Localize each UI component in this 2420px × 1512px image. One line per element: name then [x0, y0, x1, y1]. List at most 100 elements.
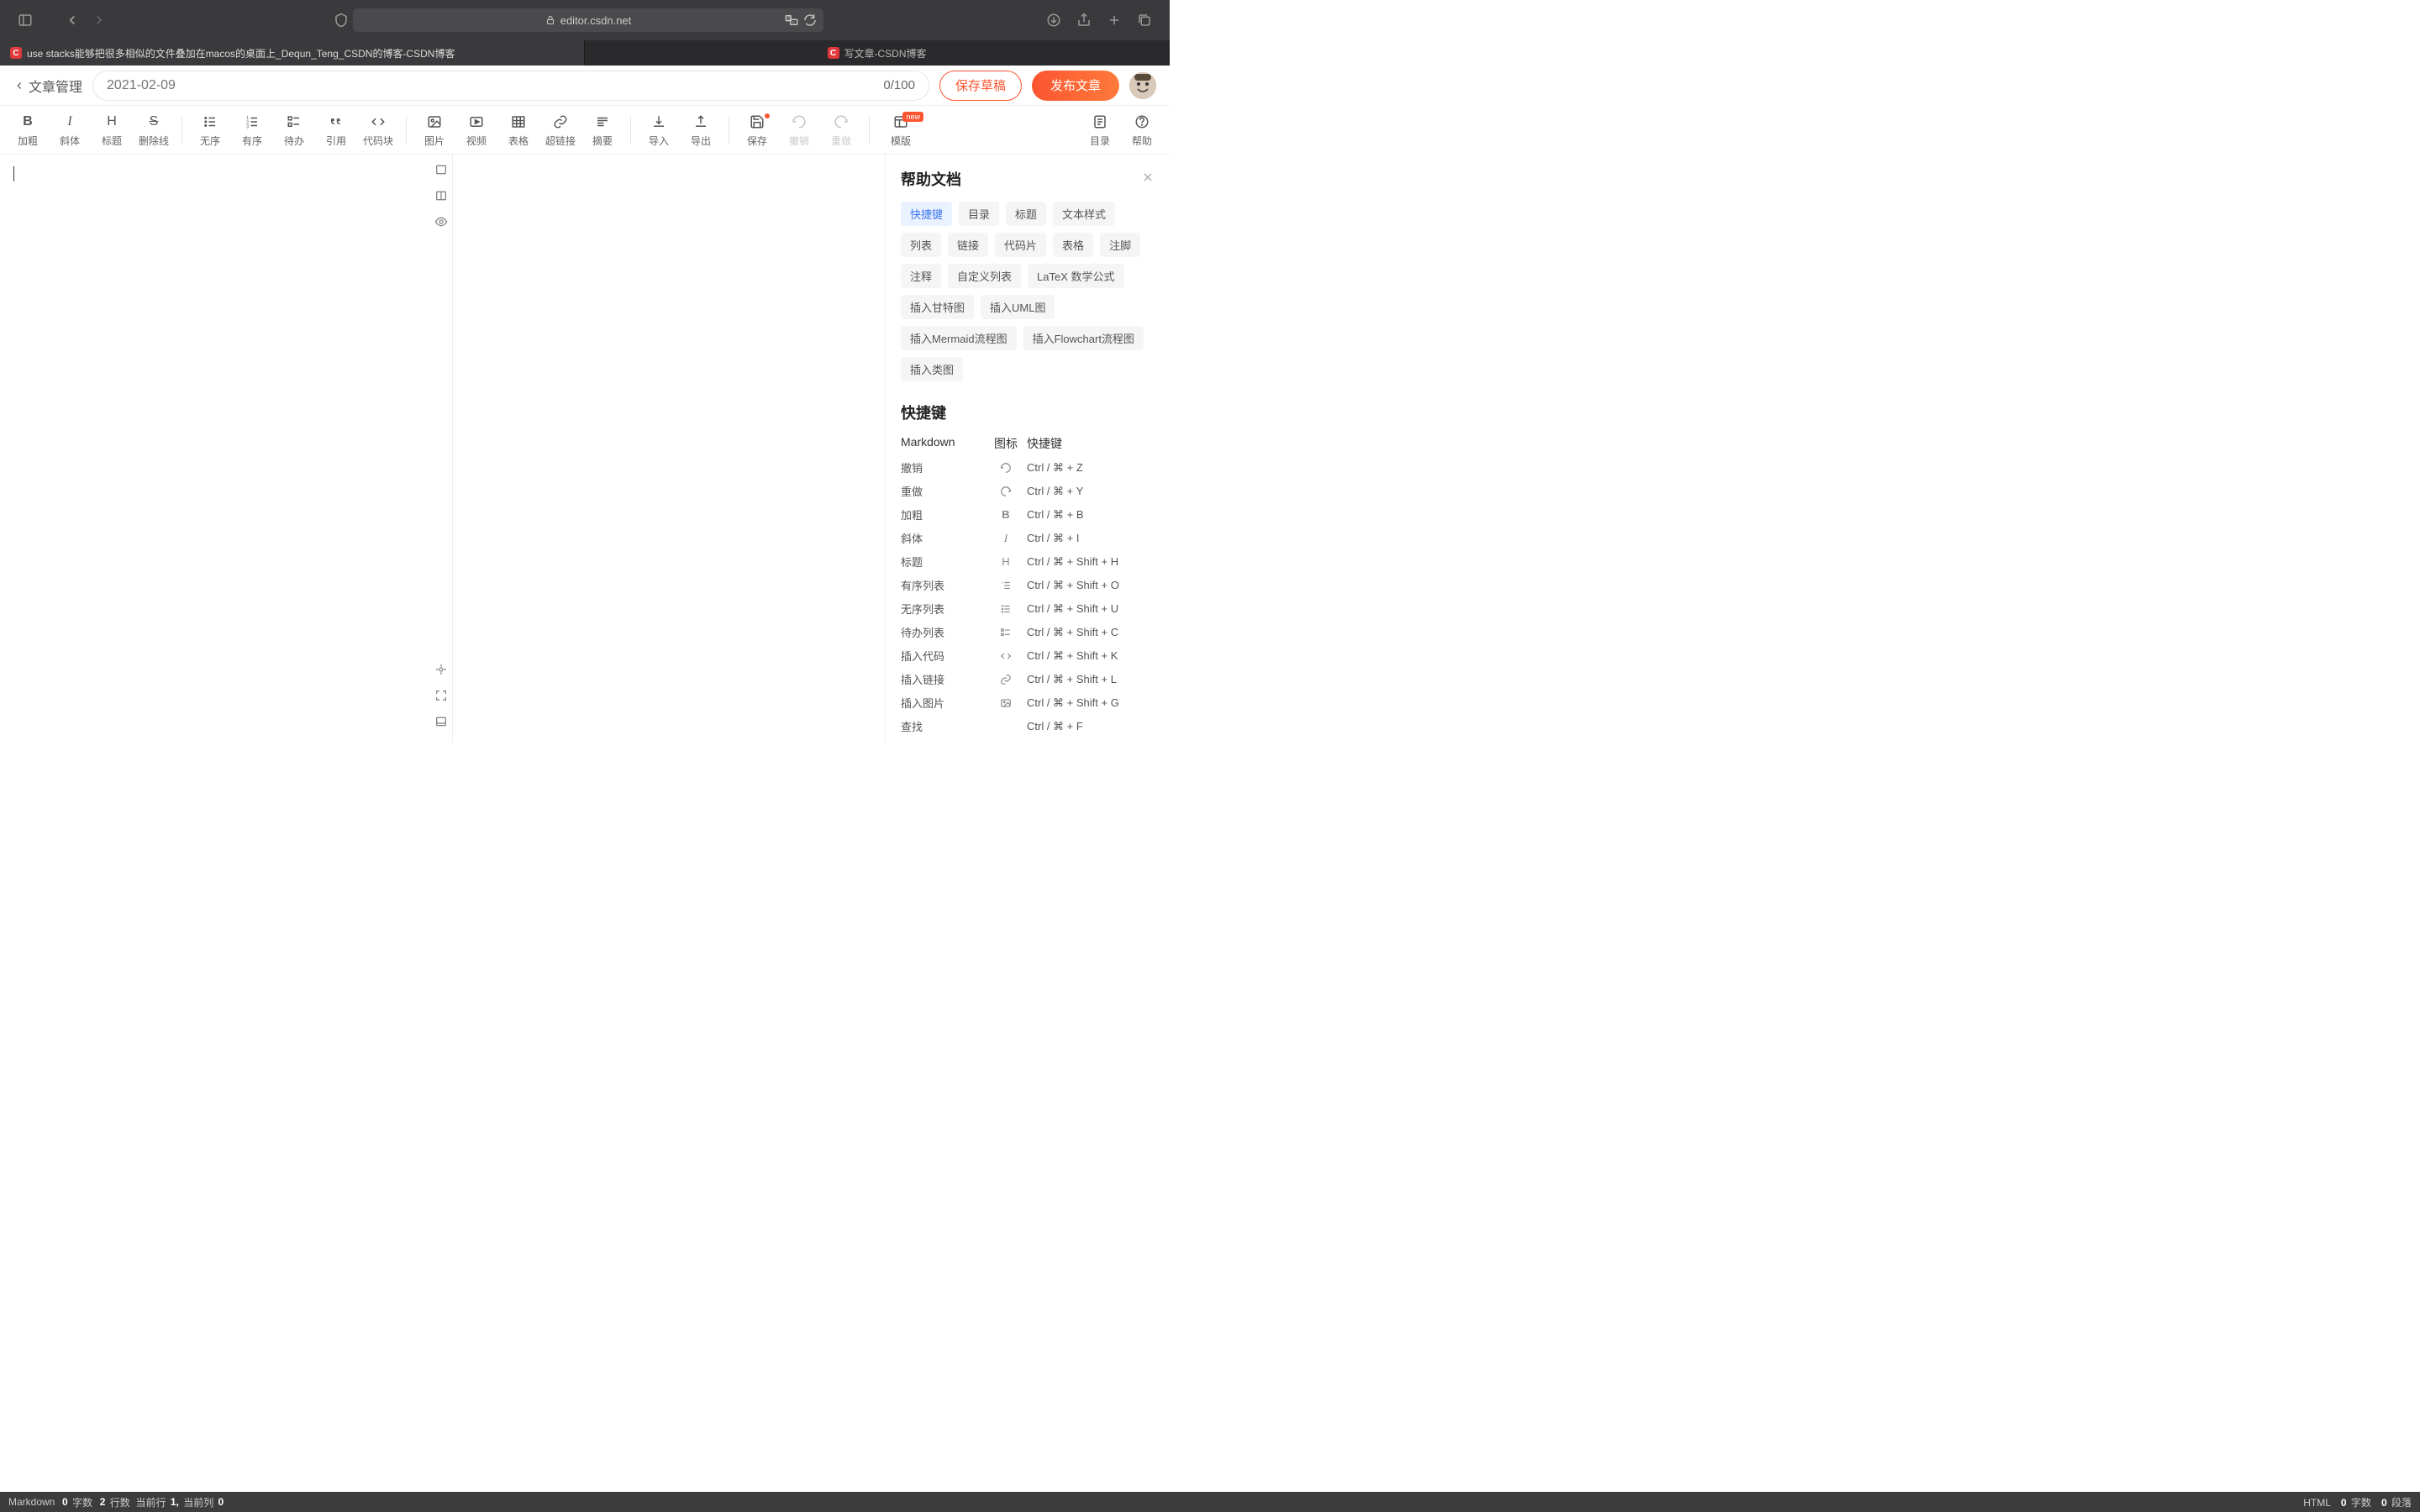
split-pane-icon[interactable]	[434, 189, 448, 207]
tabs-overview-icon[interactable]	[1133, 8, 1156, 32]
help-button[interactable]: 帮助	[1121, 110, 1163, 150]
ul-button[interactable]: 无序	[189, 110, 231, 150]
shortcut-keys: Ctrl / ⌘ + F	[1027, 720, 1155, 733]
undo-button: 撤销	[778, 110, 820, 150]
save-draft-button[interactable]: 保存草稿	[939, 71, 1022, 101]
table-button[interactable]: 表格	[497, 110, 539, 150]
bold-button[interactable]: B加粗	[7, 110, 49, 150]
status-curcol: 0	[218, 1496, 224, 1508]
address-bar[interactable]: editor.csdn.net 文A	[353, 8, 823, 32]
shortcut-name: 待办列表	[901, 624, 985, 640]
help-pill[interactable]: LaTeX 数学公式	[1028, 264, 1123, 288]
help-pill[interactable]: 插入类图	[901, 357, 963, 381]
link-button[interactable]: 超链接	[539, 110, 581, 150]
export-button[interactable]: 导出	[680, 110, 722, 150]
help-pill[interactable]: 注释	[901, 264, 941, 288]
tab-title: 写文章-CSDN博客	[844, 46, 927, 60]
status-curline: 1,	[171, 1496, 179, 1508]
help-title: 帮助文档	[901, 168, 961, 190]
help-panel: 帮助文档 快捷键目录标题文本样式列表链接代码片表格注脚注释自定义列表LaTeX …	[886, 155, 1170, 743]
shortcut-name: 斜体	[901, 530, 985, 546]
help-pill[interactable]: 插入Mermaid流程图	[901, 326, 1017, 350]
shortcut-keys: Ctrl / ⌘ + Z	[1027, 461, 1155, 475]
shortcut-keys: Ctrl / ⌘ + Shift + H	[1027, 555, 1155, 569]
shortcut-keys: Ctrl / ⌘ + Shift + C	[1027, 626, 1155, 639]
download-icon[interactable]	[1042, 8, 1065, 32]
browser-tab[interactable]: C use stacks能够把很多相似的文件叠加在macos的桌面上_Dequn…	[0, 40, 585, 66]
help-pill[interactable]: 插入Flowchart流程图	[1023, 326, 1144, 350]
shortcut-row: 无序列表 Ctrl / ⌘ + Shift + U	[901, 601, 1155, 617]
browser-tab[interactable]: C 写文章-CSDN博客	[585, 40, 1170, 66]
import-button[interactable]: 导入	[638, 110, 680, 150]
save-button[interactable]: 保存	[736, 110, 778, 150]
shortcut-row: 待办列表 Ctrl / ⌘ + Shift + C	[901, 624, 1155, 640]
shortcut-name: 插入链接	[901, 671, 985, 687]
close-help-button[interactable]	[1141, 171, 1155, 188]
help-pill[interactable]: 代码片	[995, 233, 1046, 257]
browser-toolbar: editor.csdn.net 文A	[0, 0, 1170, 40]
help-pill[interactable]: 链接	[948, 233, 988, 257]
shortcut-name: 插入代码	[901, 648, 985, 664]
svg-text:3: 3	[246, 125, 249, 130]
site-favicon-icon: C	[10, 47, 22, 59]
help-pill[interactable]: 表格	[1053, 233, 1093, 257]
abstract-button[interactable]: 摘要	[581, 110, 623, 150]
strike-button[interactable]: S删除线	[133, 110, 175, 150]
site-favicon-icon: C	[828, 47, 839, 59]
preview-eye-icon[interactable]	[434, 215, 448, 233]
view-controls	[430, 155, 452, 743]
title-field-wrap: 0/100	[92, 71, 929, 101]
help-pill[interactable]: 自定义列表	[948, 264, 1021, 288]
shortcut-row: 插入代码 Ctrl / ⌘ + Shift + K	[901, 648, 1155, 664]
fullscreen-icon[interactable]	[434, 689, 448, 706]
italic-button[interactable]: I斜体	[49, 110, 91, 150]
shortcut-row: 插入图片 Ctrl / ⌘ + Shift + G	[901, 695, 1155, 711]
image-button[interactable]: 图片	[413, 110, 455, 150]
title-char-count: 0/100	[883, 78, 915, 92]
markdown-editor[interactable]	[0, 155, 430, 743]
main-area: 帮助文档 快捷键目录标题文本样式列表链接代码片表格注脚注释自定义列表LaTeX …	[0, 155, 1170, 743]
help-pill[interactable]: 插入甘特图	[901, 295, 974, 319]
back-to-articles[interactable]: 文章管理	[13, 76, 82, 96]
help-pill[interactable]: 插入UML图	[981, 295, 1055, 319]
help-pill[interactable]: 列表	[901, 233, 941, 257]
help-pill[interactable]: 标题	[1006, 202, 1046, 226]
help-pill[interactable]: 快捷键	[901, 202, 952, 226]
redo-button: 重做	[820, 110, 862, 150]
todo-button[interactable]: 待办	[273, 110, 315, 150]
status-words: 0	[62, 1496, 68, 1508]
bottombar-toggle-icon[interactable]	[434, 715, 448, 732]
reload-icon[interactable]	[803, 13, 817, 27]
ol-button[interactable]: 123有序	[231, 110, 273, 150]
help-pill[interactable]: 文本样式	[1053, 202, 1115, 226]
shortcut-name: 查找	[901, 718, 985, 734]
shortcut-keys: Ctrl / ⌘ + Y	[1027, 485, 1155, 498]
new-tab-icon[interactable]	[1102, 8, 1126, 32]
single-pane-icon[interactable]	[434, 163, 448, 181]
video-button[interactable]: 视频	[455, 110, 497, 150]
shortcut-icon: I	[985, 532, 1027, 545]
heading-button[interactable]: H标题	[91, 110, 133, 150]
code-button[interactable]: 代码块	[357, 110, 399, 150]
toc-button[interactable]: 目录	[1079, 110, 1121, 150]
nav-back-icon[interactable]	[60, 8, 84, 32]
lock-icon	[545, 15, 555, 25]
title-input[interactable]	[107, 78, 883, 93]
publish-button[interactable]: 发布文章	[1032, 71, 1119, 101]
col-shortcut: 快捷键	[1027, 435, 1155, 452]
shortcut-row: 查找 Ctrl / ⌘ + F	[901, 718, 1155, 734]
share-icon[interactable]	[1072, 8, 1096, 32]
quote-button[interactable]: 引用	[315, 110, 357, 150]
sidebar-toggle-icon[interactable]	[13, 8, 37, 32]
shortcut-row: 斜体 I Ctrl / ⌘ + I	[901, 530, 1155, 546]
help-pill[interactable]: 目录	[959, 202, 999, 226]
user-avatar[interactable]	[1129, 72, 1156, 99]
sync-scroll-icon[interactable]	[434, 663, 448, 680]
template-button[interactable]: new模版	[876, 110, 925, 150]
shortcut-icon	[985, 697, 1027, 709]
shield-icon[interactable]	[329, 8, 353, 32]
help-pill[interactable]: 注脚	[1100, 233, 1140, 257]
nav-forward-icon	[87, 8, 111, 32]
translate-icon[interactable]: 文A	[785, 13, 798, 27]
shortcut-name: 加粗	[901, 507, 985, 522]
